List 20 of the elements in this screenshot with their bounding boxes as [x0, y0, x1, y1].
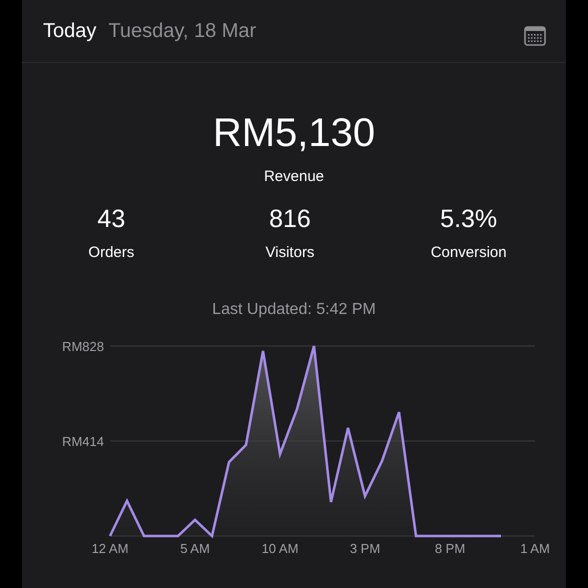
x-axis-label: 8 PM	[434, 541, 466, 556]
page-title: Today	[43, 20, 96, 42]
y-axis-label: RM414	[62, 434, 104, 449]
stat-label: Conversion	[430, 244, 507, 261]
last-updated-label: Last Updated: 5:42 PM	[212, 301, 376, 319]
stat-value: 816	[269, 205, 311, 234]
date-label: Tuesday, 18 Mar	[108, 20, 258, 42]
stat-value: 5.3%	[440, 205, 498, 234]
x-axis-label: 5 AM	[180, 541, 210, 556]
x-axis-label: 12 AM	[92, 541, 128, 556]
x-axis-label: 3 PM	[350, 541, 380, 556]
x-axis-label: 1 AM	[520, 541, 550, 556]
y-axis-label: RM828	[62, 339, 104, 354]
revenue-value: RM5,130	[212, 111, 376, 156]
stat-label: Visitors	[266, 244, 314, 261]
stat-value: 43	[97, 205, 126, 234]
x-axis-label: 10 AM	[262, 541, 298, 556]
calendar-icon[interactable]	[524, 26, 546, 46]
stat-label: Orders	[88, 244, 134, 261]
revenue-label: Revenue	[264, 168, 324, 185]
